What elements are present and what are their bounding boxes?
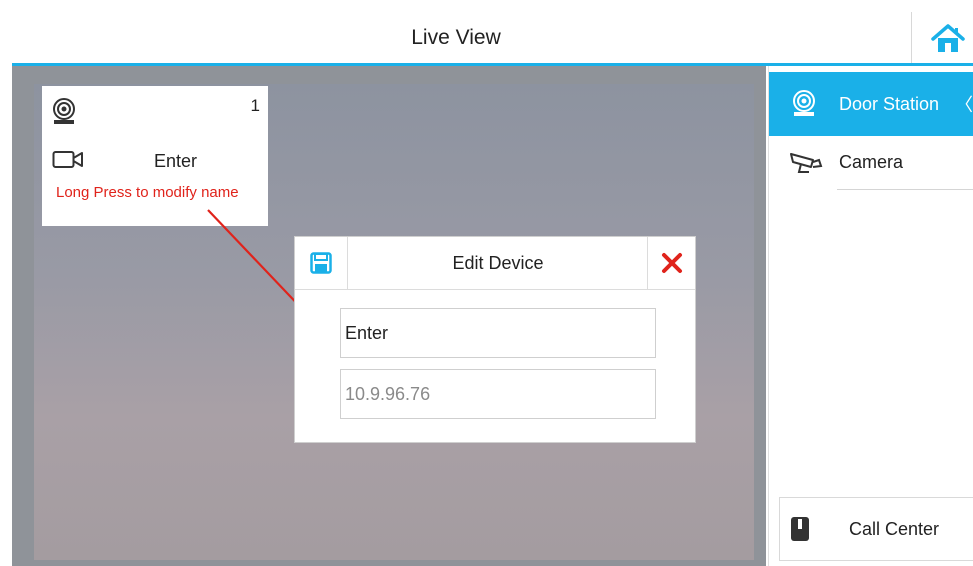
home-icon (931, 24, 965, 52)
close-icon (662, 253, 682, 273)
call-center-icon (790, 516, 810, 547)
call-center-label: Call Center (849, 518, 940, 539)
call-center-button[interactable]: Call Center (779, 497, 973, 561)
sidebar-item-label: Door Station (839, 93, 940, 114)
sidebar-item-camera[interactable]: Camera (769, 136, 973, 188)
video-camera-icon (52, 150, 84, 175)
door-station-icon (52, 98, 76, 131)
device-type-panel: Door Station 〈 Camera Call Center (768, 66, 973, 566)
home-button[interactable] (924, 20, 972, 58)
dialog-header: Edit Device (295, 237, 695, 290)
title-bar: Live View (12, 12, 973, 66)
sidebar-item-label: Camera (839, 151, 904, 172)
chevron-left-icon: 〈 (955, 95, 973, 115)
channel-tile[interactable]: 1 Enter Long Press to modify name (42, 86, 268, 226)
divider (911, 12, 912, 63)
divider (837, 189, 973, 190)
camera-icon (789, 150, 823, 179)
device-name-input[interactable] (340, 308, 656, 358)
long-press-hint: Long Press to modify name (56, 184, 239, 201)
channel-index: 1 (250, 96, 260, 115)
save-icon (310, 252, 332, 274)
ip-address-input[interactable] (340, 369, 656, 419)
close-button[interactable] (647, 237, 696, 289)
door-station-icon (791, 90, 817, 123)
sidebar-item-door-station[interactable]: Door Station 〈 (769, 72, 973, 136)
save-button[interactable] (295, 237, 348, 289)
dialog-title: Edit Device (452, 252, 544, 273)
device-name: Enter (154, 151, 198, 171)
edit-device-dialog: Edit Device (294, 236, 696, 443)
page-title: Live View (411, 25, 501, 49)
